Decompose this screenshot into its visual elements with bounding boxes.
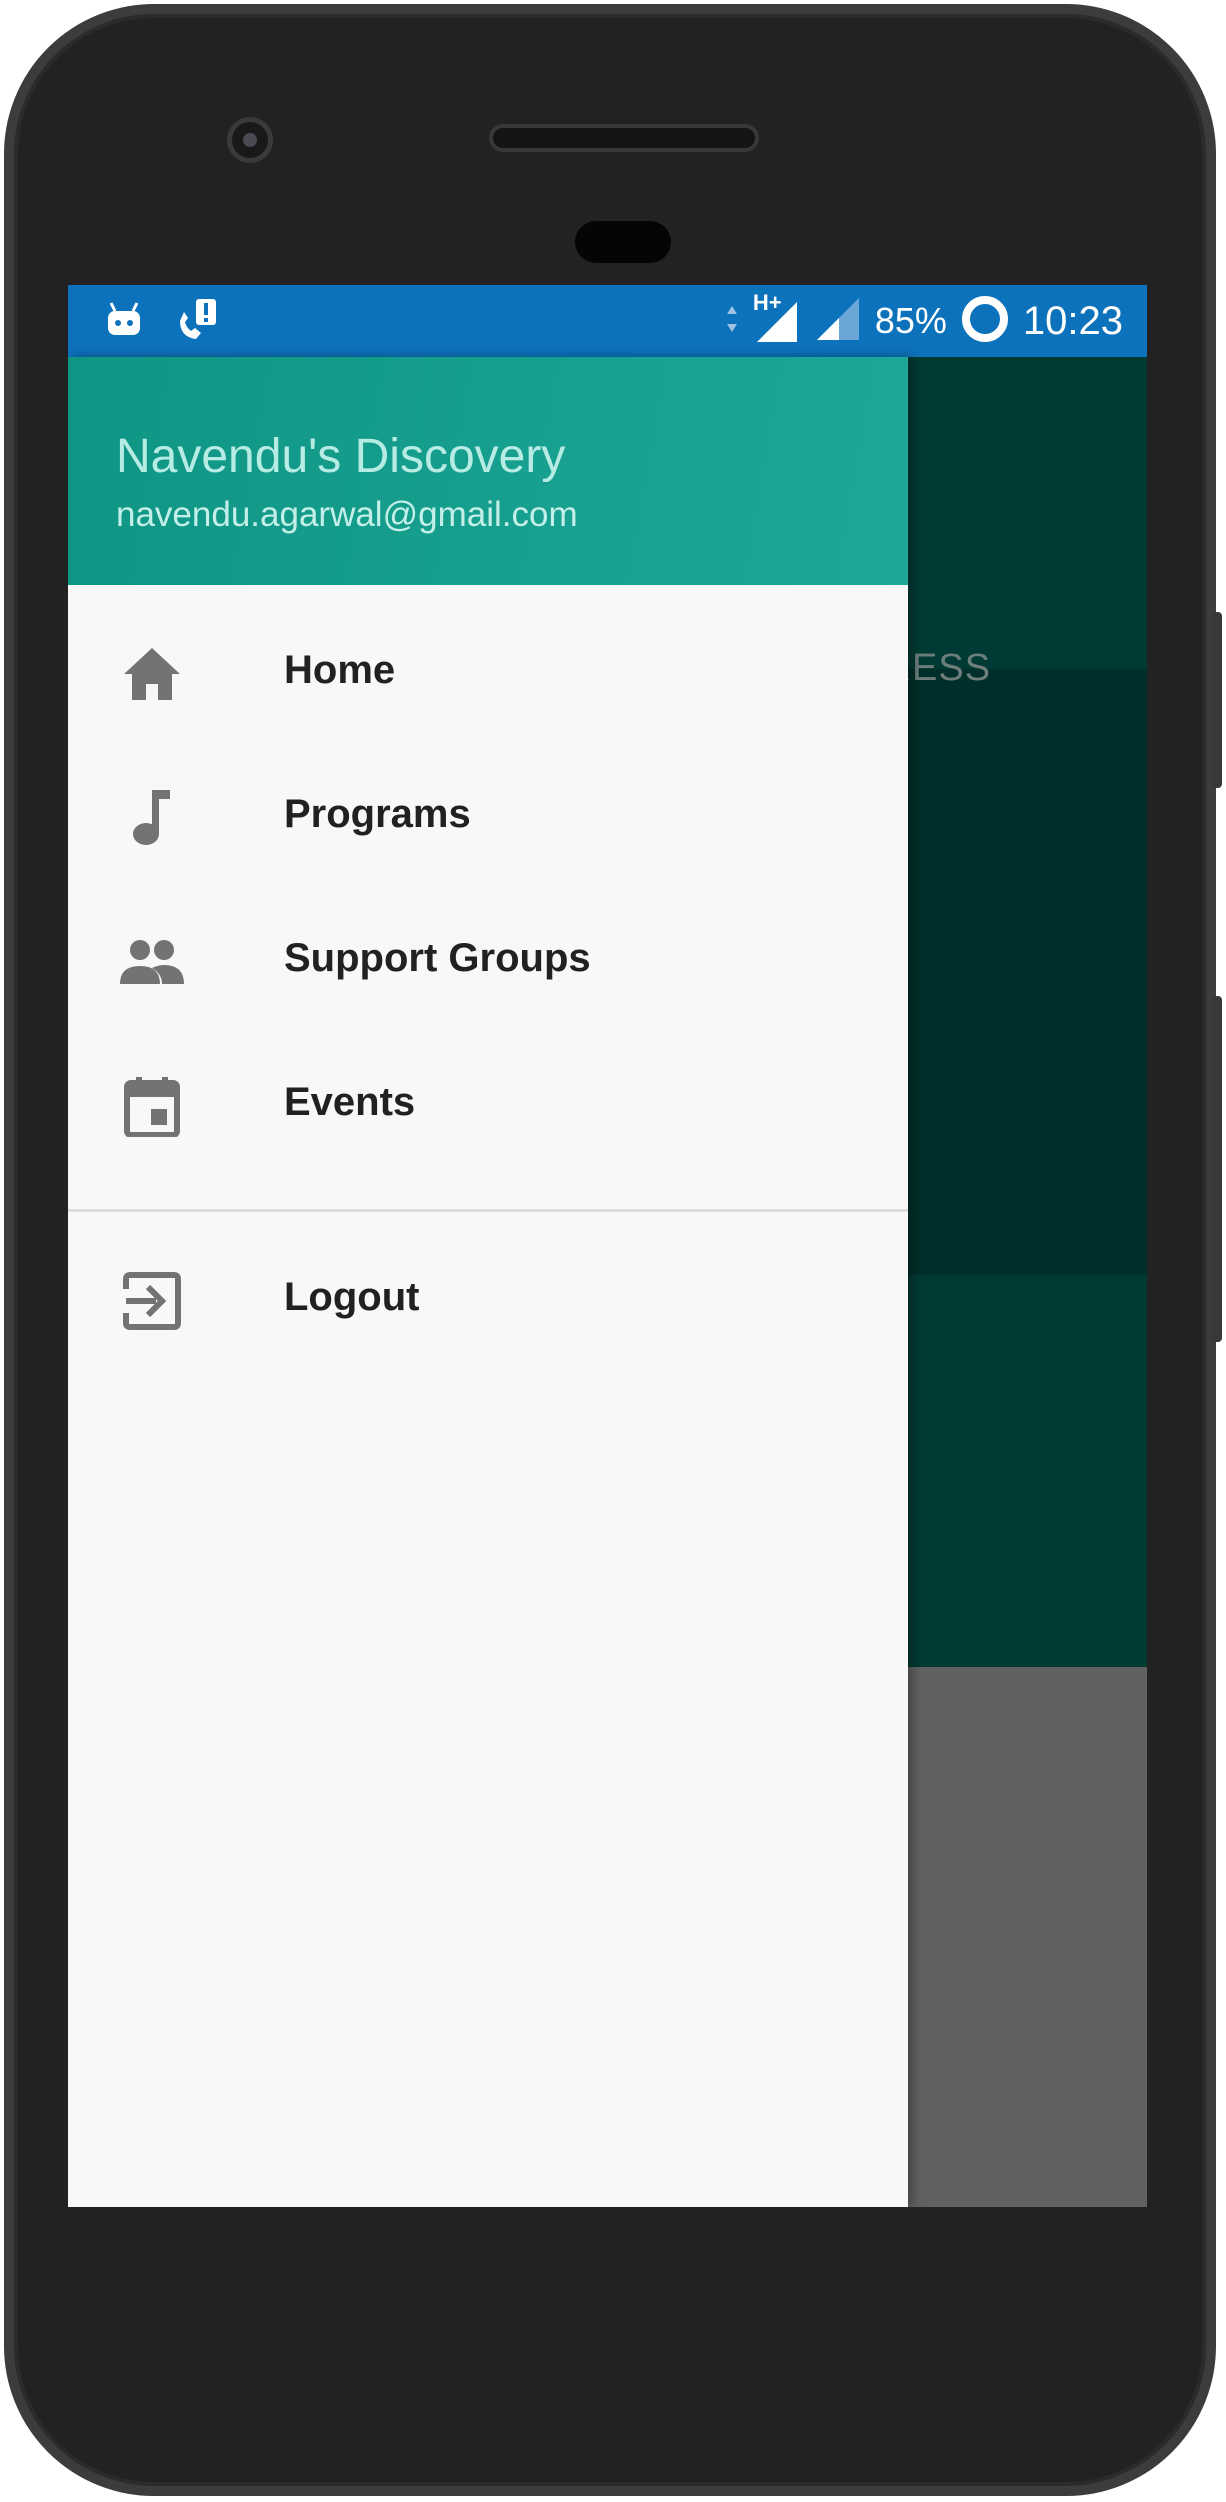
earpiece-speaker xyxy=(489,124,759,152)
nav-item-home[interactable]: Home xyxy=(68,602,908,746)
signal-strength-icon xyxy=(815,296,861,347)
logout-icon xyxy=(116,1265,188,1337)
drawer-divider xyxy=(68,1209,908,1212)
data-activity-icon xyxy=(725,304,739,339)
account-name: Navendu's Discovery xyxy=(116,430,566,483)
front-camera xyxy=(227,117,273,163)
nav-item-label: Logout xyxy=(284,1275,420,1319)
proximity-sensor xyxy=(575,221,671,263)
battery-percent: 85% xyxy=(874,300,947,341)
nav-item-label: Events xyxy=(284,1080,416,1124)
group-icon xyxy=(116,926,188,998)
music-note-icon xyxy=(116,782,188,854)
nav-item-label: Support Groups xyxy=(284,936,591,980)
volume-button[interactable] xyxy=(1212,612,1222,788)
nav-item-programs[interactable]: Programs xyxy=(68,746,908,890)
nav-item-events[interactable]: Events xyxy=(68,1034,908,1178)
status-bar: H+ 85% 10:23 xyxy=(68,285,1147,357)
clock: 10:23 xyxy=(1022,298,1123,343)
battery-icon xyxy=(961,295,1009,348)
screen: H+ 85% 10:23 GRESS Navendu's Discovery n… xyxy=(68,285,1147,2207)
nav-item-support-groups[interactable]: Support Groups xyxy=(68,890,908,1034)
android-notification-icon xyxy=(104,299,144,344)
missed-call-alert-icon xyxy=(174,297,220,346)
drawer-header: Navendu's Discovery navendu.agarwal@gmai… xyxy=(68,357,908,585)
network-type-label: H+ xyxy=(752,290,782,315)
mobile-signal-icon: H+ xyxy=(753,290,801,344)
home-icon xyxy=(116,638,188,710)
calendar-icon xyxy=(116,1070,188,1142)
account-email: navendu.agarwal@gmail.com xyxy=(116,495,578,534)
nav-item-logout[interactable]: Logout xyxy=(68,1229,908,1373)
navigation-drawer: Navendu's Discovery navendu.agarwal@gmai… xyxy=(68,357,908,2207)
nav-item-label: Programs xyxy=(284,792,471,836)
power-button[interactable] xyxy=(1212,996,1222,1342)
nav-item-label: Home xyxy=(284,648,396,692)
